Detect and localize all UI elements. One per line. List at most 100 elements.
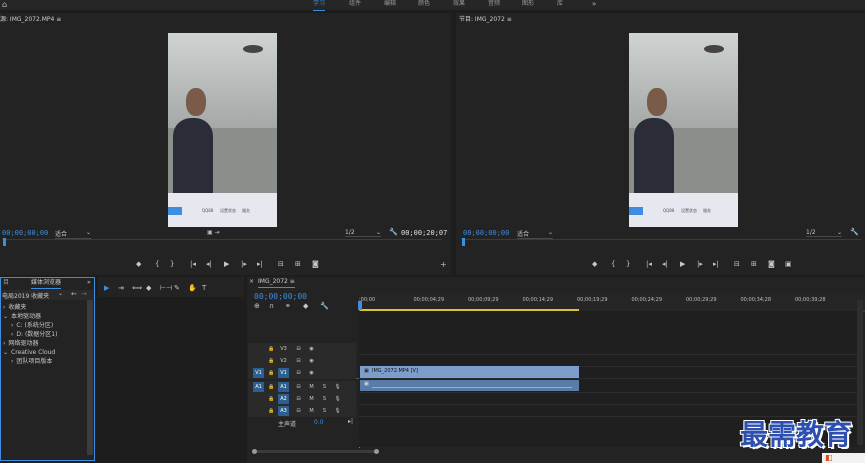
- ripple-edit-tool-icon[interactable]: ⟺: [132, 284, 142, 292]
- chevron-down-icon[interactable]: ⌄: [58, 290, 63, 297]
- lock-icon[interactable]: 🔒: [266, 406, 277, 416]
- sync-lock-icon[interactable]: ⊟: [293, 344, 304, 354]
- eye-icon[interactable]: ◉: [306, 356, 317, 366]
- tree-arrow-icon[interactable]: ›: [11, 331, 13, 338]
- sync-lock-icon[interactable]: ⊟: [293, 382, 304, 392]
- microphone-icon[interactable]: 🎙: [332, 382, 343, 392]
- program-resolution-select[interactable]: 1/2 ⌄: [806, 229, 842, 237]
- track-name-button[interactable]: V3: [278, 344, 289, 354]
- source-fit-select[interactable]: 适合 ⌄: [55, 229, 91, 239]
- hscroll-left-handle[interactable]: [252, 449, 257, 454]
- track-name-button[interactable]: A3: [278, 406, 289, 416]
- source-export-icon[interactable]: ▣ ⇥: [207, 229, 220, 236]
- program-fit-select[interactable]: 适合 ⌄: [517, 229, 553, 239]
- go-to-in-icon[interactable]: |◂: [646, 260, 652, 268]
- tab-workspace-3[interactable]: 颜色: [418, 0, 430, 10]
- hand-tool-icon[interactable]: ✋: [188, 284, 197, 292]
- step-forward-icon[interactable]: |▸: [697, 260, 703, 268]
- scrollbar[interactable]: [87, 300, 93, 455]
- track-header[interactable]: V1 🔒 V1 ⊟ ◉: [248, 367, 356, 379]
- track-name-button[interactable]: A2: [278, 394, 289, 404]
- lock-icon[interactable]: 🔒: [266, 394, 277, 404]
- lock-icon[interactable]: 🔒: [266, 382, 277, 392]
- timeline-timecode[interactable]: 00;00;00;00: [254, 292, 307, 301]
- microphone-icon[interactable]: 🎙: [332, 394, 343, 404]
- step-back-icon[interactable]: ◂|: [206, 260, 212, 268]
- playhead-icon[interactable]: [358, 301, 362, 310]
- lock-icon[interactable]: 🔒: [266, 356, 277, 366]
- insert-icon[interactable]: ⊟: [278, 260, 284, 268]
- selection-tool-icon[interactable]: ▶: [104, 284, 109, 292]
- tree-arrow-icon[interactable]: ›: [3, 340, 5, 347]
- solo-button[interactable]: S: [319, 394, 330, 404]
- track-header[interactable]: 🔒 A3 ⊟ M S 🎙: [248, 405, 356, 417]
- go-to-in-icon[interactable]: |◂: [190, 260, 196, 268]
- tab-media-browser[interactable]: 媒体浏览器: [31, 278, 62, 289]
- favorites-dropdown[interactable]: 电局2019 收藏夹: [2, 291, 49, 300]
- track-header[interactable]: 🔒 V3 ⊟ ◉: [248, 343, 356, 355]
- mute-button[interactable]: M: [306, 406, 317, 416]
- marker-icon[interactable]: ◆: [136, 260, 141, 268]
- go-to-end-icon[interactable]: ▸|: [348, 418, 353, 425]
- more-panels-icon[interactable]: »: [87, 278, 91, 288]
- comparison-icon[interactable]: ▣: [785, 260, 792, 268]
- mute-button[interactable]: M: [306, 382, 317, 392]
- track-header[interactable]: 🔒 A2 ⊟ M S 🎙: [248, 393, 356, 405]
- playhead-icon[interactable]: [3, 238, 6, 246]
- tab-workspace-2[interactable]: 编辑: [384, 0, 396, 10]
- razor-tool-icon[interactable]: ◆: [146, 284, 151, 292]
- wrench-icon[interactable]: 🔧: [389, 228, 398, 236]
- source-patch-button[interactable]: A1: [253, 382, 264, 392]
- more-workspaces-icon[interactable]: »: [592, 0, 596, 8]
- step-back-icon[interactable]: ◂|: [662, 260, 668, 268]
- source-resolution-select[interactable]: 1/2 ⌄: [345, 229, 381, 237]
- out-point-icon[interactable]: }: [170, 260, 174, 268]
- source-scrubber[interactable]: [2, 238, 442, 246]
- extract-icon[interactable]: ⊞: [751, 260, 757, 268]
- go-to-out-icon[interactable]: ▸|: [257, 260, 263, 268]
- master-volume-value[interactable]: 0.0: [314, 419, 324, 426]
- tree-arrow-icon[interactable]: ›: [11, 358, 13, 365]
- lock-icon[interactable]: 🔒: [266, 368, 277, 378]
- marker-icon[interactable]: ◆: [592, 260, 597, 268]
- tree-item[interactable]: › 团队项目版本: [1, 357, 52, 366]
- tree-item[interactable]: › 收藏夹: [1, 303, 26, 312]
- track-name-button[interactable]: V1: [278, 368, 289, 378]
- source-patch-button[interactable]: [253, 344, 264, 354]
- tree-arrow-icon[interactable]: ›: [3, 304, 5, 311]
- settings-wrench-icon[interactable]: 🔧: [320, 302, 329, 310]
- tab-workspace-5[interactable]: 音频: [488, 0, 500, 10]
- mute-button[interactable]: M: [306, 394, 317, 404]
- video-clip[interactable]: ▣ IMG_2072.MP4 [V]: [360, 366, 579, 378]
- add-button-icon[interactable]: +: [440, 260, 447, 269]
- source-timecode[interactable]: 00;00;00;00: [2, 229, 48, 237]
- home-icon[interactable]: ⌂: [2, 0, 7, 9]
- type-tool-icon[interactable]: T: [202, 284, 206, 292]
- program-scrubber[interactable]: [461, 238, 861, 246]
- source-patch-button[interactable]: [253, 394, 264, 404]
- tree-item[interactable]: ⌄ 本地驱动器: [1, 312, 41, 321]
- track-name-button[interactable]: V2: [278, 356, 289, 366]
- tree-item[interactable]: › D: (数据分区1): [1, 330, 57, 339]
- sequence-tab[interactable]: IMG_2072 ≡: [258, 277, 295, 288]
- track-name-button[interactable]: A1: [278, 382, 289, 392]
- tree-item[interactable]: › C: (系统分区): [1, 321, 53, 330]
- wrench-icon[interactable]: 🔧: [850, 228, 859, 236]
- track-header[interactable]: A1 🔒 A1 ⊟ M S 🎙: [248, 381, 356, 393]
- pen-tool-icon[interactable]: ✎: [174, 284, 180, 292]
- tab-workspace-4[interactable]: 效果: [453, 0, 465, 10]
- overwrite-icon[interactable]: ⊞: [295, 260, 301, 268]
- go-to-out-icon[interactable]: ▸|: [713, 260, 719, 268]
- tree-item[interactable]: ⌄ Creative Cloud: [1, 348, 55, 357]
- playhead-icon[interactable]: [462, 238, 465, 246]
- lock-icon[interactable]: 🔒: [266, 344, 277, 354]
- source-monitor-title[interactable]: 源: IMG_2072.MP4 ≡: [0, 15, 61, 25]
- linked-selection-icon[interactable]: ⚭: [285, 302, 291, 310]
- source-patch-button[interactable]: [253, 406, 264, 416]
- source-patch-button[interactable]: [253, 356, 264, 366]
- out-point-icon[interactable]: }: [626, 260, 630, 268]
- hscroll-right-handle[interactable]: [374, 449, 379, 454]
- back-arrow-icon[interactable]: ←: [71, 290, 77, 298]
- track-select-tool-icon[interactable]: ⇥: [118, 284, 124, 292]
- tab-workspace-1[interactable]: 组件: [349, 0, 361, 10]
